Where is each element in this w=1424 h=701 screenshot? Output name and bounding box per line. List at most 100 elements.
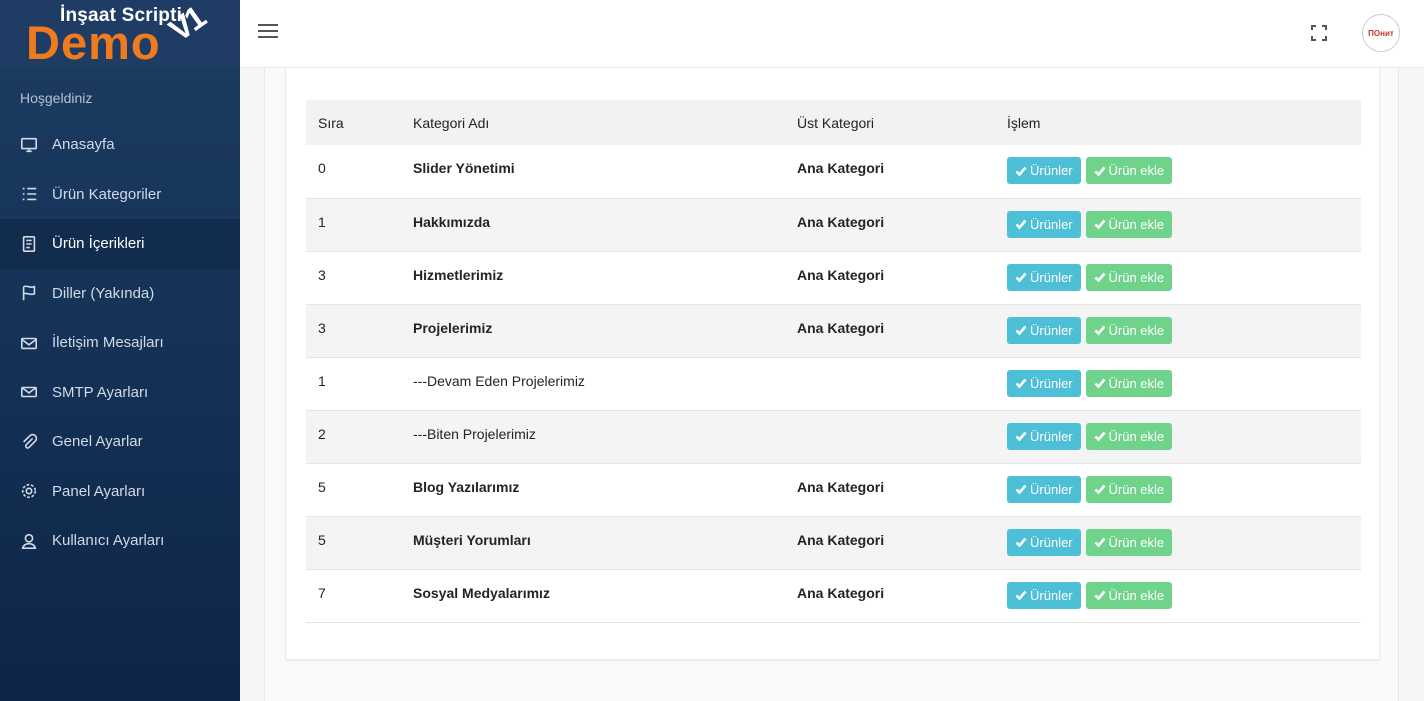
cell-ust-kategori — [785, 410, 995, 463]
urunler-button[interactable]: Ürünler — [1007, 316, 1081, 344]
check-icon — [1015, 483, 1027, 495]
cell-islem: Ürünler Ürün ekle — [995, 198, 1361, 251]
check-icon — [1015, 589, 1027, 601]
urun-ekle-button[interactable]: Ürün ekle — [1085, 316, 1173, 344]
urun-ekle-button-label: Ürün ekle — [1108, 587, 1165, 603]
header-kategori-adi[interactable]: Kategori Adı — [401, 100, 785, 145]
urun-ekle-button-label: Ürün ekle — [1108, 481, 1165, 497]
sidebar-item-urun-icerikleri[interactable]: Ürün İçerikleri — [0, 219, 240, 269]
sidebar-item-panel-ayarlari[interactable]: Panel Ayarları — [0, 467, 240, 517]
urun-ekle-button[interactable]: Ürün ekle — [1085, 210, 1173, 238]
table-row: 7 Sosyal Medyalarımız Ana Kategori Ürünler … — [306, 569, 1361, 622]
logo[interactable]: İnşaat Scripti Demo V1 — [0, 0, 240, 69]
table-row: 0 Slider Yönetimi Ana Kategori Ürünler Ürün… — [306, 145, 1361, 198]
sidebar-item-diller[interactable]: Diller (Yakında) — [0, 269, 240, 319]
urun-ekle-button-label: Ürün ekle — [1108, 269, 1165, 285]
gear-icon — [20, 482, 38, 500]
cell-ust-kategori: Ana Kategori — [797, 160, 885, 176]
urun-ekle-button[interactable]: Ürün ekle — [1085, 528, 1173, 556]
cell-sira: 1 — [318, 213, 326, 230]
urunler-button-label: Ürünler — [1030, 375, 1073, 391]
cell-sira: 0 — [318, 160, 326, 176]
urunler-button[interactable]: Ürünler — [1007, 369, 1081, 397]
check-icon — [1015, 324, 1027, 336]
sidebar-item-label: Diller (Yakında) — [52, 284, 155, 302]
sidebar-menu: Anasayfa Ürün Kategoriler Ürün İçerikler… — [0, 120, 240, 566]
check-icon — [1015, 377, 1027, 389]
urun-ekle-button[interactable]: Ürün ekle — [1085, 369, 1173, 397]
urunler-button-label: Ürünler — [1030, 163, 1073, 178]
urunler-button[interactable]: Ürünler — [1007, 210, 1081, 238]
welcome-text: Hoşgeldiniz — [20, 90, 93, 106]
paperclip-icon — [20, 433, 38, 451]
sidebar-item-urun-kategoriler[interactable]: Ürün Kategoriler — [0, 170, 240, 220]
envelope-icon — [20, 334, 38, 352]
sidebar-item-label: SMTP Ayarları — [52, 383, 149, 401]
cell-islem: Ürünler Ürün ekle — [995, 516, 1361, 569]
check-icon — [1015, 430, 1027, 442]
sidebar-item-label: Panel Ayarları — [52, 482, 146, 500]
cell-sira: 5 — [318, 531, 326, 548]
header-sira[interactable]: Sıra — [306, 100, 401, 145]
urunler-button[interactable]: Ürünler — [1007, 581, 1081, 609]
urun-ekle-button[interactable]: Ürün ekle — [1085, 475, 1173, 503]
cell-kategori-adi: ---Biten Projelerimiz — [413, 425, 536, 442]
sidebar-item-anasayfa[interactable]: Anasayfa — [0, 120, 240, 170]
urunler-button-label: Ürünler — [1030, 481, 1073, 497]
urunler-button-label: Ürünler — [1030, 428, 1073, 444]
cell-ust-kategori: Ana Kategori — [797, 584, 885, 601]
table-row: 3 Projelerimiz Ana Kategori Ürünler Ürün ek… — [306, 304, 1361, 357]
table-row: 2 ---Biten Projelerimiz Ürünler Ürün ekle — [306, 410, 1361, 463]
cell-ust-kategori: Ana Kategori — [797, 478, 885, 495]
sidebar-item-genel-ayarlar[interactable]: Genel Ayarlar — [0, 417, 240, 467]
monitor-icon — [20, 136, 38, 154]
urunler-button-label: Ürünler — [1030, 269, 1073, 285]
check-icon — [1015, 271, 1027, 283]
header-islem[interactable]: İşlem — [995, 100, 1361, 145]
table-row: 1 Hakkımızda Ana Kategori Ürünler Ürün ekle — [306, 198, 1361, 251]
check-icon — [1015, 218, 1027, 230]
urunler-button[interactable]: Ürünler — [1007, 475, 1081, 503]
sidebar-item-label: Ürün İçerikleri — [52, 235, 145, 253]
urunler-button-label: Ürünler — [1030, 587, 1073, 603]
cell-kategori-adi: Müşteri Yorumları — [413, 531, 531, 548]
urun-ekle-button[interactable]: Ürün ekle — [1085, 157, 1173, 184]
urun-ekle-button-label: Ürün ekle — [1108, 163, 1165, 178]
sidebar-item-iletisim-mesajlari[interactable]: İletişim Mesajları — [0, 318, 240, 368]
cell-kategori-adi: Blog Yazılarımız — [413, 478, 520, 495]
sidebar-item-label: Kullanıcı Ayarları — [52, 532, 165, 550]
cell-ust-kategori: Ana Kategori — [797, 531, 885, 548]
urunler-button[interactable]: Ürünler — [1007, 528, 1081, 556]
sidebar-item-kullanici-ayarlari[interactable]: Kullanıcı Ayarları — [0, 516, 240, 566]
sidebar: İnşaat Scripti Demo V1 Hoşgeldiniz Anasa… — [0, 0, 240, 701]
urunler-button[interactable]: Ürünler — [1007, 263, 1081, 291]
hamburger-icon[interactable] — [258, 24, 278, 42]
check-icon — [1094, 271, 1106, 283]
urun-ekle-button-label: Ürün ekle — [1108, 534, 1165, 550]
check-icon — [1094, 483, 1106, 495]
urun-ekle-button[interactable]: Ürün ekle — [1085, 581, 1173, 609]
document-icon — [20, 235, 38, 253]
cell-sira: 3 — [318, 266, 326, 283]
cell-islem: Ürünler Ürün ekle — [995, 463, 1361, 516]
cell-kategori-adi: ---Devam Eden Projelerimiz — [413, 372, 585, 389]
main-content: Sıra Kategori Adı Üst Kategori İşlem 0 Sl… — [264, 68, 1399, 701]
urun-ekle-button[interactable]: Ürün ekle — [1085, 263, 1173, 291]
urunler-button[interactable]: Ürünler — [1007, 157, 1081, 184]
header-ust-kategori[interactable]: Üst Kategori — [785, 100, 995, 145]
urunler-button-label: Ürünler — [1030, 322, 1073, 338]
sidebar-item-label: Genel Ayarlar — [52, 433, 143, 451]
cell-islem: Ürünler Ürün ekle — [995, 304, 1361, 357]
urun-ekle-button-label: Ürün ekle — [1108, 375, 1165, 391]
categories-table: Sıra Kategori Adı Üst Kategori İşlem 0 Sl… — [306, 100, 1361, 623]
table-row: 5 Müşteri Yorumları Ana Kategori Ürünler Ür… — [306, 516, 1361, 569]
cell-islem: Ürünler Ürün ekle — [995, 569, 1361, 622]
sidebar-item-smtp-ayarlari[interactable]: SMTP Ayarları — [0, 368, 240, 418]
sidebar-item-label: Anasayfa — [52, 136, 115, 154]
sidebar-item-label: Ürün Kategoriler — [52, 185, 162, 203]
urun-ekle-button[interactable]: Ürün ekle — [1085, 422, 1173, 450]
urunler-button[interactable]: Ürünler — [1007, 422, 1081, 450]
check-icon — [1094, 430, 1106, 442]
avatar[interactable]: ПОнит — [1362, 14, 1400, 52]
fullscreen-icon[interactable] — [1311, 25, 1327, 41]
